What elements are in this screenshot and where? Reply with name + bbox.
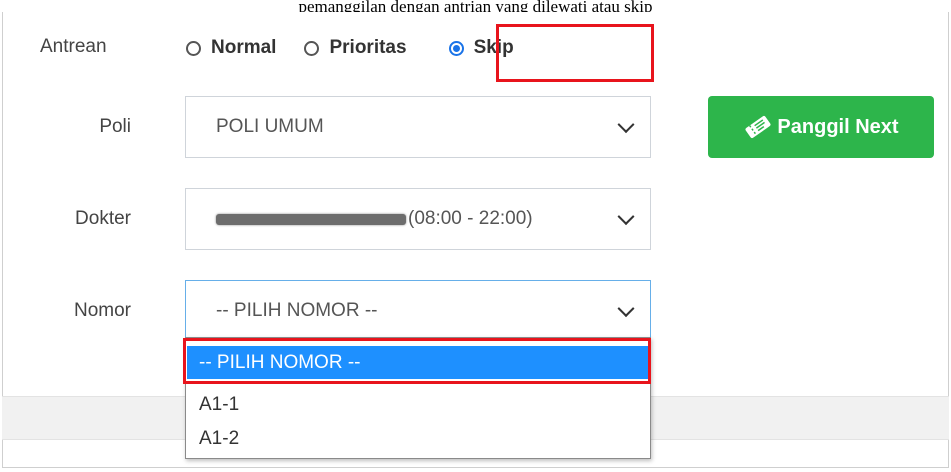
chevron-down-icon <box>617 300 635 318</box>
radio-normal-label: Normal <box>211 37 277 58</box>
antrean-radio-group: Normal Prioritas Skip <box>186 33 542 63</box>
dokter-select[interactable]: (08:00 - 22:00) <box>185 188 651 250</box>
dokter-label: Dokter <box>75 208 131 229</box>
nomor-option-a1-2[interactable]: A1-2 <box>187 422 649 455</box>
nomor-label: Nomor <box>73 300 131 321</box>
caption-text: pemanggilan dengan antrian yang dilewati… <box>298 0 653 12</box>
radio-prioritas[interactable]: Prioritas <box>304 37 407 59</box>
antrean-label: Antrean <box>40 36 107 57</box>
radio-circle-icon <box>304 40 320 56</box>
nomor-select[interactable]: -- PILIH NOMOR -- <box>185 280 651 342</box>
option-highlight-box <box>183 338 651 384</box>
radio-checked-icon <box>448 40 464 56</box>
nomor-select-value: -- PILIH NOMOR -- <box>216 300 378 321</box>
radio-normal[interactable]: Normal <box>186 37 276 59</box>
dokter-select-value: (08:00 - 22:00) <box>408 208 533 229</box>
nomor-option-a1-1[interactable]: A1-1 <box>187 388 649 421</box>
panggil-next-label: Panggil Next <box>777 115 899 138</box>
chevron-down-icon <box>617 116 635 134</box>
chevron-down-icon <box>617 208 635 226</box>
radio-circle-icon <box>186 40 201 56</box>
poli-label: Poli <box>99 116 131 137</box>
ticket-icon <box>745 115 771 139</box>
poli-select-value: POLI UMUM <box>216 116 324 137</box>
poli-select[interactable]: POLI UMUM <box>185 96 651 158</box>
redacted-doctor-name <box>216 213 406 225</box>
panggil-next-button[interactable]: Panggil Next <box>708 96 934 158</box>
skip-highlight-box <box>496 24 654 82</box>
radio-prioritas-label: Prioritas <box>329 37 407 58</box>
